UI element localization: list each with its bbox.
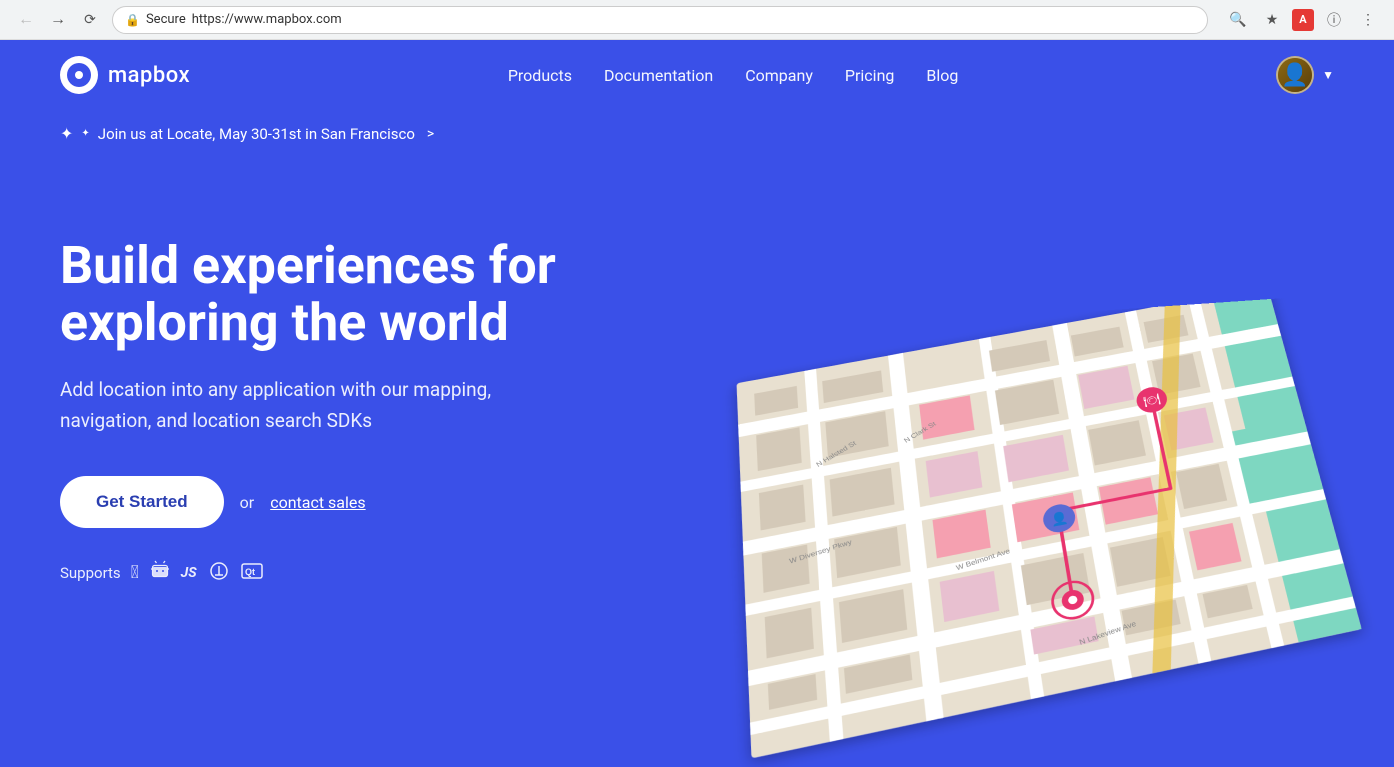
qt-icon-2: Qt bbox=[241, 563, 263, 583]
cta-area: Get Started or contact sales bbox=[60, 476, 620, 528]
avatar[interactable]: 👤 bbox=[1276, 56, 1314, 94]
secure-label: Secure bbox=[146, 12, 186, 27]
extension-icon[interactable]: A bbox=[1292, 9, 1314, 31]
zoom-button[interactable]: 🔍 bbox=[1224, 6, 1252, 34]
user-dropdown-arrow[interactable]: ▼ bbox=[1322, 68, 1334, 82]
apple-icon:  bbox=[131, 562, 139, 583]
browser-chrome: ← → ⟳ 🔒 Secure https://www.mapbox.com 🔍 … bbox=[0, 0, 1394, 40]
svg-text:Qt: Qt bbox=[245, 567, 255, 577]
logo[interactable]: mapbox bbox=[60, 56, 190, 94]
hero-section: Build experiences for exploring the worl… bbox=[0, 157, 1394, 737]
info-button[interactable]: ⓘ bbox=[1320, 6, 1348, 34]
logo-circle bbox=[60, 56, 98, 94]
lock-icon: 🔒 bbox=[125, 13, 140, 27]
android-icon bbox=[151, 560, 169, 585]
map-svg: N Halsted St N Clark St W Diversey Pkwy … bbox=[691, 296, 1394, 767]
nav-blog[interactable]: Blog bbox=[926, 66, 958, 85]
menu-button[interactable]: ⋮ bbox=[1354, 6, 1382, 34]
url-text: https://www.mapbox.com bbox=[192, 12, 342, 27]
nav-products[interactable]: Products bbox=[508, 66, 572, 85]
or-text: or bbox=[240, 493, 255, 512]
page: mapbox Products Documentation Company Pr… bbox=[0, 40, 1394, 767]
js-icon: JS bbox=[181, 565, 197, 581]
contact-sales-link[interactable]: contact sales bbox=[270, 493, 365, 512]
nav-company[interactable]: Company bbox=[745, 66, 813, 85]
logo-dot bbox=[75, 71, 83, 79]
banner-arrow: > bbox=[427, 126, 434, 142]
navbar: mapbox Products Documentation Company Pr… bbox=[0, 40, 1394, 110]
bookmark-button[interactable]: ★ bbox=[1258, 6, 1286, 34]
user-area: 👤 ▼ bbox=[1276, 56, 1334, 94]
avatar-image: 👤 bbox=[1278, 58, 1312, 92]
supports-label: Supports bbox=[60, 564, 121, 582]
qt-icon-1 bbox=[209, 561, 229, 585]
hero-content: Build experiences for exploring the worl… bbox=[60, 237, 620, 585]
back-button[interactable]: ← bbox=[12, 6, 40, 34]
hero-subtitle: Add location into any application with o… bbox=[60, 375, 500, 436]
banner-sparkle-icon: ✦ bbox=[60, 124, 73, 143]
logo-text: mapbox bbox=[108, 63, 190, 88]
nav-documentation[interactable]: Documentation bbox=[604, 66, 713, 85]
reload-button[interactable]: ⟳ bbox=[76, 6, 104, 34]
address-bar[interactable]: 🔒 Secure https://www.mapbox.com bbox=[112, 6, 1208, 34]
get-started-button[interactable]: Get Started bbox=[60, 476, 224, 528]
nav-links: Products Documentation Company Pricing B… bbox=[508, 66, 959, 85]
banner-text: Join us at Locate, May 30-31st in San Fr… bbox=[98, 125, 415, 143]
browser-nav-buttons: ← → ⟳ bbox=[12, 6, 104, 34]
banner-sparkle-icon-2: ✦ bbox=[81, 128, 89, 139]
forward-button[interactable]: → bbox=[44, 6, 72, 34]
logo-inner bbox=[67, 63, 91, 87]
browser-actions: 🔍 ★ A ⓘ ⋮ bbox=[1224, 6, 1382, 34]
platform-icons:  JS bbox=[131, 560, 263, 585]
banner[interactable]: ✦ ✦ Join us at Locate, May 30-31st in Sa… bbox=[0, 110, 1394, 157]
supports-area: Supports  JS bbox=[60, 560, 620, 585]
map-illustration: N Halsted St N Clark St W Diversey Pkwy … bbox=[694, 197, 1394, 757]
nav-pricing[interactable]: Pricing bbox=[845, 66, 895, 85]
hero-title: Build experiences for exploring the worl… bbox=[60, 237, 620, 351]
